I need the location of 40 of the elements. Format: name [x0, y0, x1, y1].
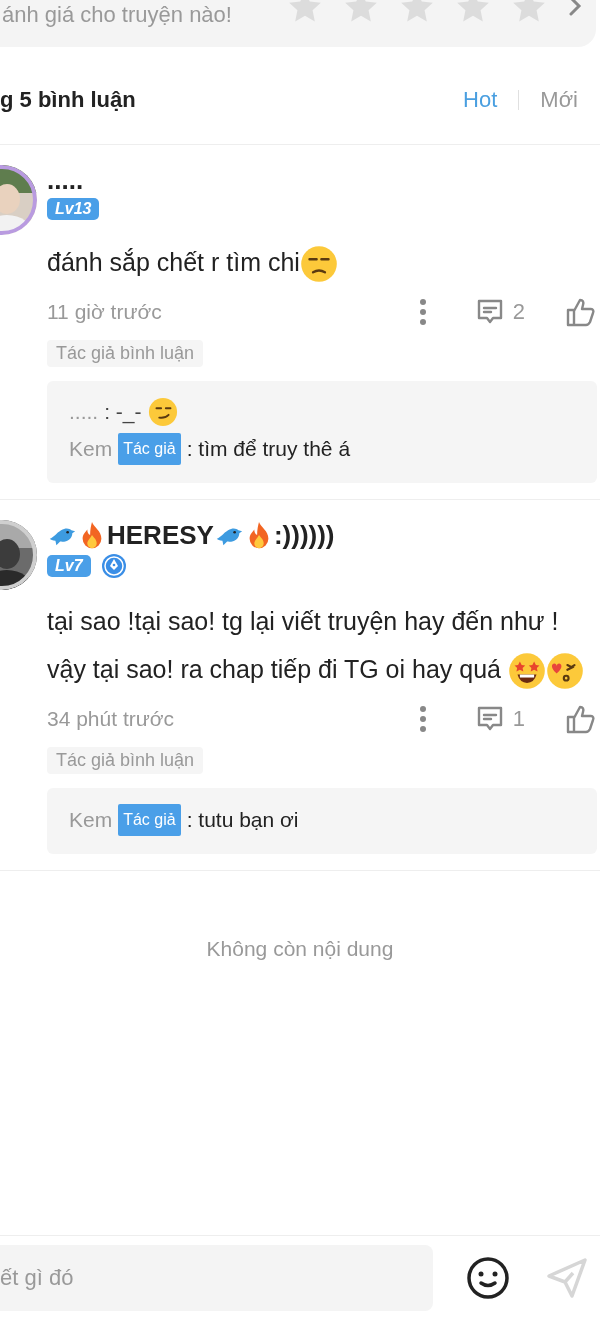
reply-author[interactable]: Kem	[69, 434, 113, 464]
author-label: Tác giả	[118, 804, 181, 836]
comment-time: 34 phút trước	[47, 707, 175, 731]
comment-input[interactable]: ết gì đó	[0, 1244, 433, 1311]
sort-tab[interactable]: Hot	[463, 86, 498, 113]
kissing-face-icon	[545, 652, 584, 691]
sort-tab[interactable]: Mới	[540, 86, 578, 113]
author-label: Tác giả	[118, 433, 181, 465]
level-badge: Lv13	[47, 198, 100, 220]
send-icon[interactable]	[545, 1255, 589, 1300]
comment-tag: Tác giả bình luận	[47, 747, 204, 774]
star-eyes-face-icon	[507, 652, 546, 691]
user-name: HERESY	[107, 519, 214, 551]
reply-author[interactable]: Kem	[69, 805, 113, 835]
level-badge: Lv7	[47, 555, 91, 577]
rating-card[interactable]: ánh giá cho truyện nào!	[0, 0, 596, 47]
comment-tag: Tác giả bình luận	[47, 340, 204, 367]
more-options-icon[interactable]	[418, 705, 427, 733]
rating-prompt: ánh giá cho truyện nào!	[2, 2, 232, 28]
like-icon[interactable]	[565, 296, 597, 328]
reply-text: : tutu bạn ơi	[186, 807, 299, 833]
more-options-icon[interactable]	[418, 298, 427, 326]
reply-text: : tìm để truy thê á	[186, 436, 351, 462]
unamused-face-icon	[299, 245, 338, 284]
reply-count-button[interactable]: 1	[474, 704, 525, 734]
reply-text: : -_-	[104, 399, 142, 426]
user-name: .....	[47, 164, 84, 196]
reply-count-button[interactable]: 2	[474, 297, 525, 327]
emoji-icon[interactable]	[466, 1255, 510, 1300]
comments-heading: g 5 bình luận	[0, 86, 136, 113]
comment-time: 11 giờ trước	[47, 300, 162, 324]
pen-nib-badge-icon	[100, 553, 127, 579]
smirking-face-icon	[147, 397, 178, 427]
comment-text: đánh sắp chết r tìm chi	[47, 238, 597, 286]
chevron-right-icon[interactable]	[568, 0, 582, 16]
like-icon[interactable]	[565, 703, 597, 735]
reply-author[interactable]: .....	[69, 397, 99, 427]
comment-text: tại sao !tại sao! tg lại viết truyện hay đến như ! vậy tại sao! ra chap tiếp đi TG oi hay quá	[47, 597, 597, 693]
user-name: :))))))	[273, 519, 335, 551]
end-of-list-note: Không còn nội dung	[205, 937, 395, 961]
